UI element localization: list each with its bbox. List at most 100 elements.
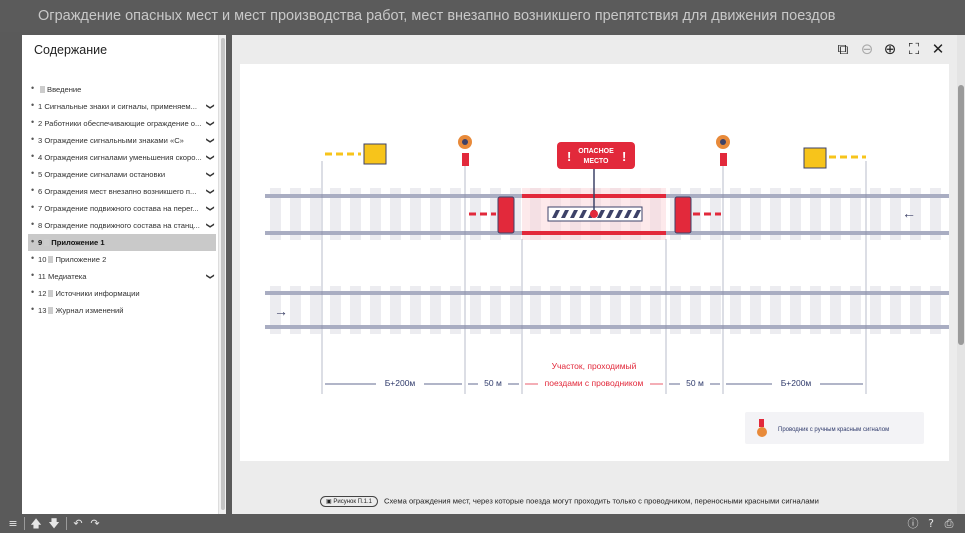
toc-item[interactable]: • Введение	[28, 81, 216, 98]
toc-item-label: Журнал изменений	[55, 306, 124, 315]
lower-track	[265, 291, 950, 329]
toc-item-label: Введение	[47, 85, 82, 94]
toc-scroll-thumb[interactable]	[221, 38, 225, 510]
toc-item[interactable]: • 8 Ограждение подвижного состава на стан…	[28, 217, 216, 234]
chevron-down-icon[interactable]: ❯	[202, 137, 219, 144]
toc-item[interactable]: • 13 Журнал изменений	[28, 302, 216, 319]
back-icon[interactable]: ↶	[71, 514, 85, 533]
chevron-down-icon[interactable]: ❯	[202, 205, 219, 212]
bullet-icon: •	[31, 219, 35, 229]
toc-item[interactable]: • 10 Приложение 2	[28, 251, 216, 268]
bullet-icon: •	[31, 100, 35, 110]
help-icon[interactable]: ?	[924, 514, 938, 533]
direction-arrow-right-icon: →	[274, 303, 288, 319]
rail	[265, 325, 950, 329]
chevron-down-icon[interactable]: ❯	[202, 222, 219, 229]
toc-item-label: Приложение 1	[51, 238, 105, 247]
toc-title: Содержание	[34, 43, 108, 57]
content-scroll-thumb[interactable]	[958, 85, 964, 345]
window-title: Ограждение опасных мест и мест производс…	[0, 0, 965, 32]
copy-icon[interactable]: ⧉	[834, 40, 852, 58]
chevron-down-icon[interactable]: ❯	[202, 171, 219, 178]
bullet-icon: •	[31, 236, 35, 246]
reduce-speed-sign-left	[325, 143, 387, 165]
toc-item-label: 2 Работники обеспечивающие ограждение о.…	[38, 119, 202, 128]
document-icon	[48, 290, 54, 297]
toc-item[interactable]: • 9 Приложение 1	[28, 234, 216, 251]
danger-rail	[522, 231, 666, 235]
toc-item-label: Приложение 2	[55, 255, 107, 264]
dim-left-label: Б+200м	[385, 378, 416, 388]
arrow-up-icon[interactable]: 🡅	[29, 514, 43, 533]
toc-item[interactable]: • 6 Ограждения мест внезапно возникшего п…	[28, 183, 216, 200]
guard-with-flag-left	[458, 135, 472, 166]
guard-with-flag-right	[716, 135, 730, 166]
toc-item-label: 5 Ограждение сигналами остановки	[38, 170, 166, 179]
rail	[265, 291, 950, 295]
forward-icon[interactable]: ↷	[88, 514, 102, 533]
chevron-down-icon[interactable]: ❯	[202, 103, 219, 110]
bullet-icon: •	[31, 151, 35, 161]
toc-item[interactable]: • 11 Медиатека ❯	[28, 268, 216, 285]
railway-scheme-diagram: ! ! ОПАСНОЕ МЕСТО ← → Б+200м 50 м Участо…	[265, 135, 950, 444]
toc-item-label: 3 Ограждение сигнальными знаками «С»	[38, 136, 184, 145]
danger-label-line1: ОПАСНОЕ	[578, 148, 614, 155]
divider	[66, 517, 67, 530]
caption-text: Схема ограждения мест, через которые пое…	[383, 496, 819, 506]
bullet-icon: •	[31, 168, 35, 178]
dim-50-right-label: 50 м	[686, 378, 704, 388]
toc-item-label: 6 Ограждения мест внезапно возникшего п.…	[38, 187, 197, 196]
bullet-icon: •	[31, 202, 35, 212]
zoom-in-icon[interactable]: ⊕	[881, 40, 899, 58]
menu-icon[interactable]: ≡	[6, 514, 20, 533]
toc-sidebar: Содержание • Введение • 1 Сигнальные знаки …	[22, 35, 226, 514]
fullscreen-icon[interactable]: ⛶	[905, 40, 923, 58]
toc-item-label: 7 Ограждение подвижного состава на перег…	[38, 204, 199, 213]
bullet-icon: •	[31, 253, 35, 263]
document-icon	[44, 239, 50, 246]
toc-item[interactable]: • 4 Ограждения сигналами уменьшения скоро…	[28, 149, 216, 166]
toc-item-number: 9	[38, 238, 43, 247]
toc-scrollbar[interactable]	[218, 35, 226, 514]
chevron-down-icon[interactable]: ❯	[202, 188, 219, 195]
info-icon[interactable]: ⓘ	[906, 514, 920, 533]
toc-item-number: 10	[38, 255, 47, 264]
content-scrollbar[interactable]	[957, 35, 965, 514]
toc-item-number: 12	[38, 289, 47, 298]
toc-item-label: 1 Сигнальные знаки и сигналы, применяем.…	[38, 102, 197, 111]
toc-item[interactable]: • 3 Ограждение сигнальными знаками «С» ❯	[28, 132, 216, 149]
bullet-icon: •	[31, 134, 35, 144]
section-label-line1: Участок, проходимый	[552, 361, 637, 371]
arrow-down-icon[interactable]: 🡇	[47, 514, 61, 533]
toc-item-label: 4 Ограждения сигналами уменьшения скоро.…	[38, 153, 202, 162]
legend-label: Проводник с ручным красным сигналом	[778, 427, 889, 433]
figure-badge[interactable]: ▣ Рисунок П.1.1	[320, 496, 378, 507]
toc-item[interactable]: • 1 Сигнальные знаки и сигналы, применяем…	[28, 98, 216, 115]
toc-item[interactable]: • 2 Работники обеспечивающие ограждение о…	[28, 115, 216, 132]
red-signal-left	[497, 196, 515, 234]
section-label-line2: поездами с проводником	[545, 378, 644, 388]
close-icon[interactable]: ✕	[929, 40, 947, 58]
toc-item-label: 11 Медиатека	[38, 272, 87, 281]
chevron-down-icon[interactable]: ❯	[202, 120, 219, 127]
red-signal-right	[674, 196, 692, 234]
toc-item[interactable]: • 12 Источники информации	[28, 285, 216, 302]
exclamation-icon: !	[622, 149, 626, 164]
figure-panel: ! ! ОПАСНОЕ МЕСТО ← → Б+200м 50 м Участо…	[240, 64, 950, 461]
document-icon	[48, 307, 54, 314]
bullet-icon: •	[31, 83, 35, 93]
dim-right-label: Б+200м	[781, 378, 812, 388]
figure-caption: ▣ Рисунок П.1.1 Схема ограждения мест, че…	[320, 496, 819, 507]
bottom-toolbar: ≡ 🡅 🡇 ↶ ↷ ⓘ ? ⎙	[0, 514, 965, 533]
chevron-down-icon[interactable]: ❯	[202, 273, 219, 280]
chevron-down-icon[interactable]: ❯	[202, 154, 219, 161]
toc-item-label: Источники информации	[55, 289, 140, 298]
danger-label-line2: МЕСТО	[584, 158, 609, 165]
toc-item[interactable]: • 7 Ограждение подвижного состава на пере…	[28, 200, 216, 217]
zoom-out-icon[interactable]: ⊖	[858, 40, 876, 58]
bullet-icon: •	[31, 117, 35, 127]
print-icon[interactable]: ⎙	[942, 514, 956, 533]
danger-point	[590, 210, 598, 218]
toc-item[interactable]: • 5 Ограждение сигналами остановки ❯	[28, 166, 216, 183]
direction-arrow-left-icon: ←	[902, 205, 916, 221]
